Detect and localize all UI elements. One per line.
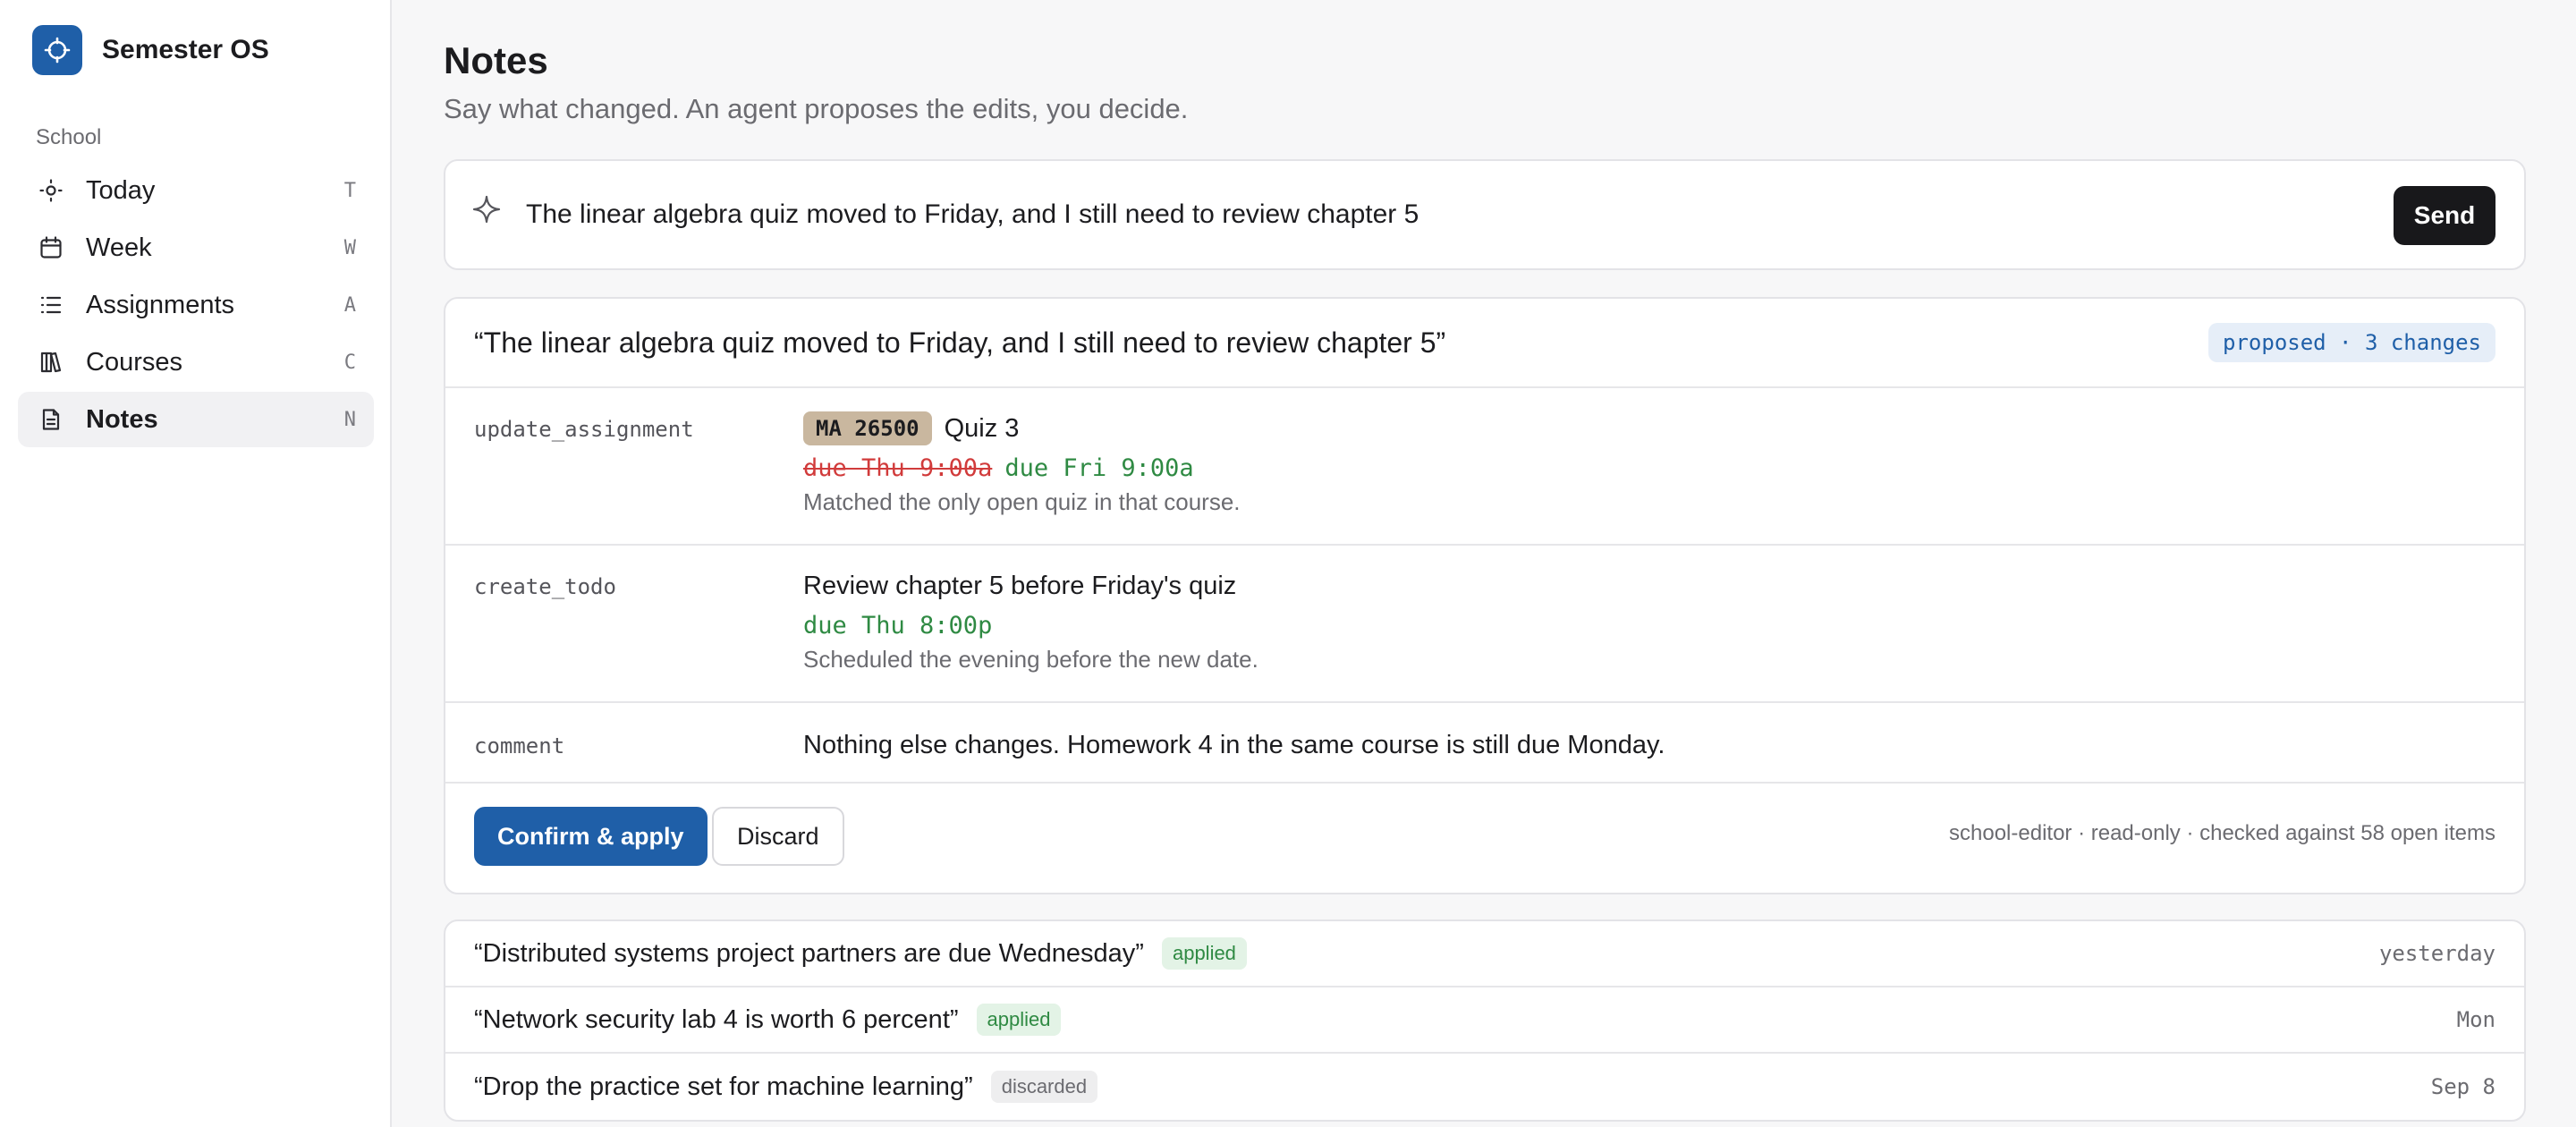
status-badge: discarded — [990, 1071, 1098, 1103]
change-title: Quiz 3 — [944, 413, 1020, 443]
change-body: MA 26500 Quiz 3 due Thu 9:00a due Fri 9:… — [803, 410, 1241, 516]
status-badge: applied — [1161, 937, 1247, 970]
shortcut-key: T — [343, 179, 356, 202]
sparkle-icon — [472, 195, 501, 228]
sidebar-nav: Today T Week W Assignments A Courses C N… — [18, 163, 374, 449]
change-title: Review chapter 5 before Friday's quiz — [803, 571, 1237, 600]
sidebar-item-today[interactable]: Today T — [18, 163, 374, 218]
note-history: “Distributed systems project partners ar… — [444, 919, 2526, 1122]
change-body: Review chapter 5 before Friday's quiz du… — [803, 567, 1258, 674]
sidebar-item-label: Assignments — [86, 290, 235, 319]
sidebar-item-assignments[interactable]: Assignments A — [18, 277, 374, 333]
due-new: due Thu 8:00p — [803, 611, 993, 640]
confirm-apply-button[interactable]: Confirm & apply — [474, 807, 708, 866]
send-button[interactable]: Send — [2394, 186, 2496, 245]
proposal-header: “The linear algebra quiz moved to Friday… — [445, 299, 2524, 388]
due-new: due Fri 9:00a — [1004, 453, 1194, 482]
sun-icon — [38, 177, 64, 204]
discard-button[interactable]: Discard — [712, 807, 844, 866]
app-logo-icon — [32, 25, 82, 75]
list-item[interactable]: “Network security lab 4 is worth 6 perce… — [445, 987, 2524, 1054]
change-type: update_assignment — [474, 417, 694, 442]
change-row: comment Nothing else changes. Homework 4… — [445, 703, 2524, 784]
list-icon — [38, 292, 64, 318]
page-subtitle: Say what changed. An agent proposes the … — [444, 93, 1189, 124]
change-body: Nothing else changes. Homework 4 in the … — [803, 726, 1665, 764]
history-quote: “Network security lab 4 is worth 6 perce… — [474, 1004, 959, 1034]
shortcut-key: A — [343, 293, 356, 317]
app-name: Semester OS — [102, 35, 269, 64]
proposal-actions: Confirm & apply Discard school-editor · … — [445, 782, 2524, 893]
change-type: create_todo — [474, 574, 616, 599]
shortcut-key: W — [343, 236, 356, 259]
sidebar-item-label: Week — [86, 233, 152, 262]
due-old: due Thu 9:00a — [803, 453, 993, 482]
change-title: Nothing else changes. Homework 4 in the … — [803, 730, 1665, 759]
proposal-card: “The linear algebra quiz moved to Friday… — [444, 297, 2526, 894]
brand[interactable]: Semester OS — [32, 25, 269, 75]
shortcut-key: N — [343, 408, 356, 431]
change-note: Matched the only open quiz in that cours… — [803, 488, 1241, 515]
change-type: comment — [474, 733, 565, 758]
sidebar-item-label: Courses — [86, 347, 182, 377]
sidebar-item-courses[interactable]: Courses C — [18, 335, 374, 390]
shortcut-key: C — [343, 351, 356, 374]
status-badge: proposed · 3 changes — [2208, 323, 2496, 362]
change-row: update_assignment MA 26500 Quiz 3 due Th… — [445, 388, 2524, 546]
calendar-icon — [38, 234, 64, 261]
sidebar-item-notes[interactable]: Notes N — [18, 392, 374, 447]
sidebar-item-label: Today — [86, 175, 156, 205]
book-icon — [38, 349, 64, 376]
change-note: Scheduled the evening before the new dat… — [803, 646, 1258, 673]
list-item[interactable]: “Distributed systems project partners ar… — [445, 921, 2524, 987]
sidebar-section-label: School — [36, 125, 102, 149]
proposal-meta: school-editor · read-only · checked agai… — [1949, 821, 2496, 845]
status-badge: applied — [976, 1004, 1062, 1036]
document-icon — [38, 406, 64, 433]
note-composer: Send — [444, 159, 2526, 270]
change-row: create_todo Review chapter 5 before Frid… — [445, 546, 2524, 703]
sidebar-item-week[interactable]: Week W — [18, 220, 374, 275]
timestamp: Mon — [2456, 1007, 2496, 1032]
course-chip: MA 26500 — [803, 411, 932, 445]
proposal-quote: “The linear algebra quiz moved to Friday… — [474, 326, 1446, 359]
list-item[interactable]: “Drop the practice set for machine learn… — [445, 1054, 2524, 1120]
sidebar-item-label: Notes — [86, 404, 158, 434]
history-quote: “Drop the practice set for machine learn… — [474, 1072, 973, 1101]
timestamp: Sep 8 — [2430, 1074, 2496, 1099]
sidebar: Semester OS School Today T Week W Assign… — [0, 0, 392, 1127]
page-title: Notes — [444, 39, 548, 81]
note-input[interactable] — [526, 186, 2315, 243]
history-quote: “Distributed systems project partners ar… — [474, 938, 1144, 968]
timestamp: yesterday — [2378, 941, 2496, 966]
